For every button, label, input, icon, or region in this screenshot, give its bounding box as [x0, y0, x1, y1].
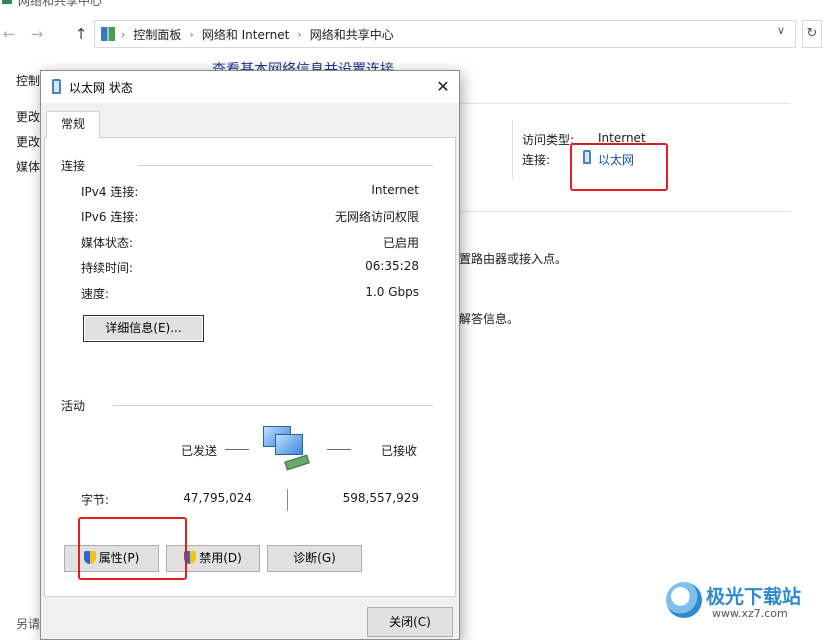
divider	[113, 405, 433, 406]
ethernet-status-dialog: 以太网 状态 ✕ 常规 连接 IPv4 连接: Internet IPv6 连接…	[40, 70, 460, 640]
diagnose-button[interactable]: 诊断(G)	[267, 545, 362, 572]
ipv6-label: IPv6 连接:	[81, 210, 139, 224]
watermark-title: 极光下载站	[706, 586, 802, 608]
breadcrumb-network-internet[interactable]: 网络和 Internet	[202, 26, 289, 43]
activity-line	[225, 449, 249, 450]
highlight-box	[78, 517, 187, 580]
chevron-right-icon[interactable]: ›	[297, 28, 301, 41]
chevron-right-icon[interactable]: ›	[189, 28, 193, 41]
explorer-title-strip: 网络和共享中心	[0, 0, 300, 8]
divider	[512, 120, 513, 180]
highlight-box	[570, 143, 668, 191]
activity-line	[327, 449, 351, 450]
ipv6-value: 无网络访问权限	[334, 210, 419, 224]
breadcrumb-network-sharing-center[interactable]: 网络和共享中心	[310, 26, 394, 43]
control-panel-icon	[101, 27, 115, 41]
arrow-left-icon[interactable]: ←	[0, 24, 18, 44]
refresh-icon[interactable]: ↻	[802, 20, 822, 48]
dialog-title: 以太网 状态	[69, 81, 133, 95]
connection-label: 连接:	[522, 153, 551, 167]
explorer-title: 网络和共享中心	[18, 0, 103, 8]
address-bar[interactable]: › 控制面板 › 网络和 Internet › 网络和共享中心	[94, 20, 796, 48]
cable-shape	[284, 454, 310, 471]
received-label: 已接收	[381, 444, 418, 458]
network-center-icon	[2, 0, 12, 4]
monitor-shape	[275, 434, 303, 455]
watermark-logo-icon	[666, 582, 702, 618]
chevron-down-icon[interactable]: ∨	[773, 23, 789, 39]
watermark: 极光下载站 www.xz7.com	[666, 580, 816, 624]
activity-group-label: 活动	[61, 399, 86, 413]
duration-label: 持续时间:	[81, 261, 134, 275]
sent-label: 已发送	[181, 444, 218, 458]
divider	[460, 211, 790, 212]
disable-button-label: 禁用(D)	[199, 551, 242, 565]
details-button[interactable]: 详细信息(E)...	[83, 315, 204, 342]
bytes-label: 字节:	[81, 493, 110, 507]
bytes-sent-value: 47,795,024	[183, 491, 252, 505]
watermark-url: www.xz7.com	[712, 607, 788, 620]
arrow-right-icon[interactable]: →	[28, 24, 46, 44]
media-state-label: 媒体状态:	[81, 236, 134, 250]
ipv4-value: Internet	[371, 183, 419, 197]
ethernet-icon	[52, 79, 61, 94]
arrow-up-icon[interactable]: ↑	[72, 24, 90, 44]
network-activity-icon	[263, 426, 313, 471]
chevron-right-icon[interactable]: ›	[121, 28, 125, 41]
connection-group-label: 连接	[61, 159, 86, 173]
media-state-value: 已启用	[382, 236, 419, 250]
tab-general[interactable]: 常规	[46, 111, 100, 138]
navigation-bar: ← → ↑ › 控制面板 › 网络和 Internet › 网络和共享中心	[0, 16, 825, 52]
speed-label: 速度:	[81, 287, 110, 301]
dialog-titlebar[interactable]: 以太网 状态 ✕	[41, 71, 459, 103]
divider	[460, 103, 790, 104]
close-button[interactable]: 关闭(C)	[367, 607, 453, 637]
ipv4-label: IPv4 连接:	[81, 185, 139, 199]
breadcrumb: › 控制面板 › 网络和 Internet › 网络和共享中心	[121, 21, 394, 47]
access-type-label: 访问类型:	[522, 133, 575, 147]
bytes-received-value: 598,557,929	[342, 491, 419, 505]
speed-value: 1.0 Gbps	[365, 285, 419, 299]
setup-router-text: 置路由器或接入点。	[459, 252, 568, 266]
breadcrumb-control-panel[interactable]: 控制面板	[133, 26, 181, 43]
divider	[287, 489, 288, 511]
troubleshoot-text: 解答信息。	[459, 312, 520, 326]
duration-value: 06:35:28	[365, 259, 419, 273]
divider	[138, 165, 433, 166]
close-icon[interactable]: ✕	[433, 76, 453, 98]
